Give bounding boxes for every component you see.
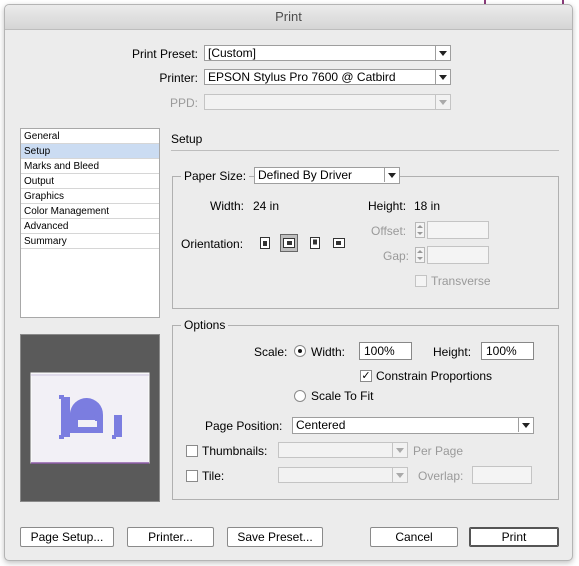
width-label: Width: — [210, 199, 245, 213]
tile-label: Tile: — [202, 469, 225, 483]
scale-to-fit-label: Scale To Fit — [311, 389, 374, 403]
scale-width-field[interactable]: 100% — [359, 342, 412, 360]
print-dialog: Print Print Preset: [Custom] Printer: EP… — [4, 4, 573, 561]
offset-stepper[interactable] — [415, 222, 425, 238]
checkmark-icon: ✓ — [361, 370, 371, 382]
sidebar-item-output[interactable]: Output — [21, 174, 159, 189]
paper-size-select[interactable]: Defined By Driver — [254, 167, 400, 184]
gap-stepper[interactable] — [415, 247, 425, 263]
chevron-down-icon — [435, 70, 450, 84]
print-preview — [20, 334, 160, 502]
chevron-down-icon — [435, 46, 450, 60]
paper-size-label: Paper Size: — [181, 169, 250, 183]
scale-height-label: Height: — [433, 345, 472, 359]
landscape-orientation-button[interactable] — [280, 234, 298, 252]
scale-label: Scale: — [254, 345, 288, 359]
print-preset-select[interactable]: [Custom] — [204, 45, 451, 61]
chevron-down-icon — [384, 168, 399, 182]
print-button[interactable]: Print — [469, 527, 559, 547]
sidebar-item-setup[interactable]: Setup — [21, 144, 159, 159]
overlap-label: Overlap: — [418, 469, 464, 483]
reverse-landscape-orientation-button[interactable] — [330, 234, 348, 252]
overlap-field[interactable] — [472, 466, 532, 484]
sidebar-item-graphics[interactable]: Graphics — [21, 189, 159, 204]
divider — [171, 150, 559, 151]
thumbnails-select[interactable] — [278, 442, 408, 458]
chevron-down-icon — [392, 468, 407, 482]
scale-to-fit-radio[interactable] — [294, 390, 306, 402]
transverse-checkbox[interactable] — [415, 275, 427, 287]
setup-title: Setup — [171, 132, 203, 146]
page-position-select[interactable]: Centered — [292, 417, 534, 434]
thumbnails-checkbox[interactable] — [186, 445, 198, 457]
landscape-icon — [283, 238, 295, 248]
print-preset-label: Print Preset: — [131, 47, 198, 61]
tile-checkbox[interactable] — [186, 470, 198, 482]
category-list: General Setup Marks and Bleed Output Gra… — [20, 128, 160, 318]
transverse-label: Transverse — [431, 274, 491, 288]
printer-button[interactable]: Printer... — [127, 527, 214, 547]
sidebar-item-color-management[interactable]: Color Management — [21, 204, 159, 219]
per-page-label: Per Page — [413, 444, 464, 458]
chevron-down-icon — [435, 95, 450, 109]
paper-size-value: Defined By Driver — [258, 168, 353, 182]
reverse-landscape-icon — [333, 238, 345, 248]
gap-field[interactable] — [427, 246, 489, 264]
height-label: Height: — [368, 199, 407, 213]
offset-field[interactable] — [427, 221, 489, 239]
printer-label: Printer: — [159, 71, 198, 85]
constrain-proportions-label: Constrain Proportions — [376, 369, 493, 383]
sidebar-item-advanced[interactable]: Advanced — [21, 219, 159, 234]
scale-width-label: Width: — [311, 345, 346, 359]
gap-label: Gap: — [383, 249, 410, 263]
height-value: 18 in — [414, 199, 441, 213]
offset-label: Offset: — [371, 224, 407, 238]
scale-height-field[interactable]: 100% — [481, 342, 534, 360]
chevron-down-icon — [392, 443, 407, 457]
tile-select[interactable] — [278, 467, 408, 483]
portrait-icon — [260, 237, 270, 249]
sidebar-item-summary[interactable]: Summary — [21, 234, 159, 249]
orientation-label: Orientation: — [181, 237, 244, 251]
chevron-down-icon — [518, 418, 533, 432]
reverse-portrait-icon — [310, 237, 320, 249]
constrain-proportions-checkbox[interactable]: ✓ — [360, 370, 372, 382]
ppd-select[interactable] — [204, 94, 451, 110]
portrait-orientation-button[interactable] — [256, 234, 274, 252]
printer-value: EPSON Stylus Pro 7600 @ Catbird — [208, 70, 396, 84]
print-preset-value: [Custom] — [208, 46, 257, 60]
thumbnails-label: Thumbnails: — [202, 444, 268, 458]
page-position-value: Centered — [296, 418, 346, 432]
ppd-label: PPD: — [169, 96, 198, 110]
page-position-label: Page Position: — [205, 419, 283, 433]
scale-width-radio[interactable] — [294, 345, 306, 357]
window-title: Print — [5, 5, 572, 30]
sidebar-item-marks-and-bleed[interactable]: Marks and Bleed — [21, 159, 159, 174]
sidebar-item-general[interactable]: General — [21, 129, 159, 144]
reverse-portrait-orientation-button[interactable] — [306, 234, 324, 252]
printer-select[interactable]: EPSON Stylus Pro 7600 @ Catbird — [204, 69, 451, 85]
cancel-button[interactable]: Cancel — [370, 527, 458, 547]
preview-page-graphic — [30, 372, 150, 464]
options-title: Options — [181, 318, 229, 332]
page-setup-button[interactable]: Page Setup... — [20, 527, 114, 547]
width-value: 24 in — [253, 199, 280, 213]
save-preset-button[interactable]: Save Preset... — [227, 527, 323, 547]
